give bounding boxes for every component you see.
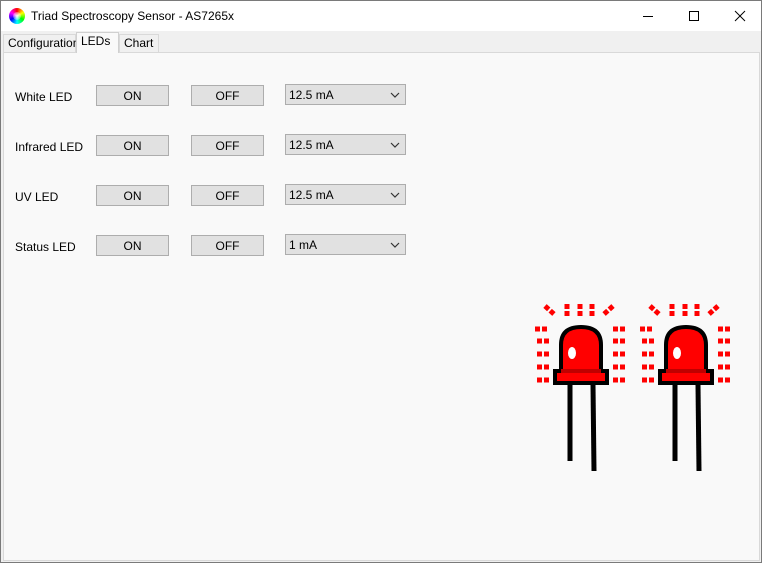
white-led-current-select[interactable]: 12.5 mA bbox=[285, 84, 406, 105]
infrared-led-label: Infrared LED bbox=[15, 140, 84, 154]
infrared-led-on-button[interactable]: ON bbox=[96, 135, 169, 156]
white-led-off-button[interactable]: OFF bbox=[191, 85, 264, 106]
chevron-down-icon bbox=[390, 142, 400, 148]
uv-led-on-button[interactable]: ON bbox=[96, 185, 169, 206]
title-bar[interactable]: Triad Spectroscopy Sensor - AS7265x bbox=[1, 1, 761, 31]
uv-led-label: UV LED bbox=[15, 190, 59, 204]
tab-strip: Configuration LEDs Chart bbox=[1, 31, 761, 53]
uv-led-current-select[interactable]: 12.5 mA bbox=[285, 184, 406, 205]
status-led-off-button[interactable]: OFF bbox=[191, 235, 264, 256]
status-led-label: Status LED bbox=[15, 240, 76, 254]
close-button[interactable] bbox=[717, 1, 762, 31]
app-window: Triad Spectroscopy Sensor - AS7265x Conf… bbox=[0, 0, 762, 563]
white-led-on-button[interactable]: ON bbox=[96, 85, 169, 106]
uv-led-off-button[interactable]: OFF bbox=[191, 185, 264, 206]
window-title: Triad Spectroscopy Sensor - AS7265x bbox=[31, 9, 234, 23]
chevron-down-icon bbox=[390, 92, 400, 98]
minimize-icon bbox=[643, 16, 653, 17]
tab-configuration[interactable]: Configuration bbox=[3, 34, 79, 53]
maximize-icon bbox=[689, 11, 699, 21]
maximize-button[interactable] bbox=[671, 1, 717, 31]
white-led-label: White LED bbox=[15, 90, 73, 104]
white-led-current-value: 12.5 mA bbox=[289, 88, 334, 102]
infrared-led-current-value: 12.5 mA bbox=[289, 138, 334, 152]
color-wheel-icon bbox=[9, 8, 25, 24]
status-led-current-value: 1 mA bbox=[289, 238, 318, 252]
status-led-on-button[interactable]: ON bbox=[96, 235, 169, 256]
glowing-led-icon bbox=[531, 301, 741, 476]
minimize-button[interactable] bbox=[625, 1, 671, 31]
uv-led-current-value: 12.5 mA bbox=[289, 188, 334, 202]
chevron-down-icon bbox=[390, 192, 400, 198]
tab-leds[interactable]: LEDs bbox=[76, 32, 119, 53]
chevron-down-icon bbox=[390, 242, 400, 248]
tab-chart[interactable]: Chart bbox=[119, 34, 159, 53]
status-led-current-select[interactable]: 1 mA bbox=[285, 234, 406, 255]
infrared-led-current-select[interactable]: 12.5 mA bbox=[285, 134, 406, 155]
close-icon bbox=[734, 10, 746, 22]
infrared-led-off-button[interactable]: OFF bbox=[191, 135, 264, 156]
